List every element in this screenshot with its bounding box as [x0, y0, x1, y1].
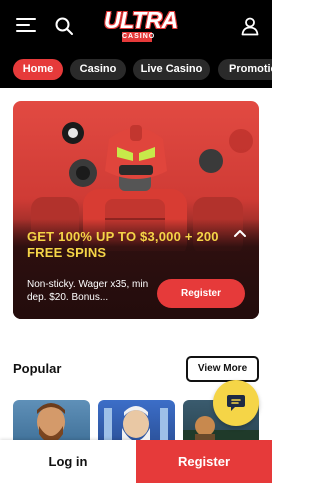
search-icon[interactable] — [54, 16, 74, 36]
chevron-up-icon[interactable] — [232, 225, 248, 241]
promo-banner[interactable]: GET 100% UP TO $3,000 + 200 FREE SPINS N… — [13, 101, 259, 319]
user-icon[interactable] — [240, 16, 260, 36]
view-more-button[interactable]: View More — [186, 356, 259, 382]
nav-pill-live-casino[interactable]: Live Casino — [133, 59, 210, 80]
nav-pill-promotions[interactable]: Promotions — [218, 59, 272, 80]
chat-button[interactable] — [213, 380, 259, 426]
casino-logo[interactable]: ULTRA CASINO — [104, 7, 178, 43]
logo-subtitle: CASINO — [122, 32, 156, 42]
top-header: ULTRA CASINO — [0, 0, 272, 52]
popular-section-title: Popular — [13, 361, 62, 376]
bottom-action-bar: Log in Register — [0, 440, 272, 483]
banner-terms: Non-sticky. Wager x35, min dep. $20. Bon… — [27, 279, 149, 303]
logo-wordmark: ULTRA — [104, 7, 178, 33]
chat-bubble-icon — [227, 395, 245, 411]
category-nav: Home Casino Live Casino Promotions — [0, 52, 272, 88]
register-button[interactable]: Register — [136, 440, 272, 483]
banner-register-button[interactable]: Register — [157, 279, 245, 308]
hamburger-menu-icon[interactable] — [16, 17, 36, 33]
banner-headline: GET 100% UP TO $3,000 + 200 FREE SPINS — [27, 229, 219, 260]
login-button[interactable]: Log in — [0, 440, 136, 483]
nav-pill-casino[interactable]: Casino — [70, 59, 126, 80]
nav-pill-home[interactable]: Home — [13, 59, 63, 80]
